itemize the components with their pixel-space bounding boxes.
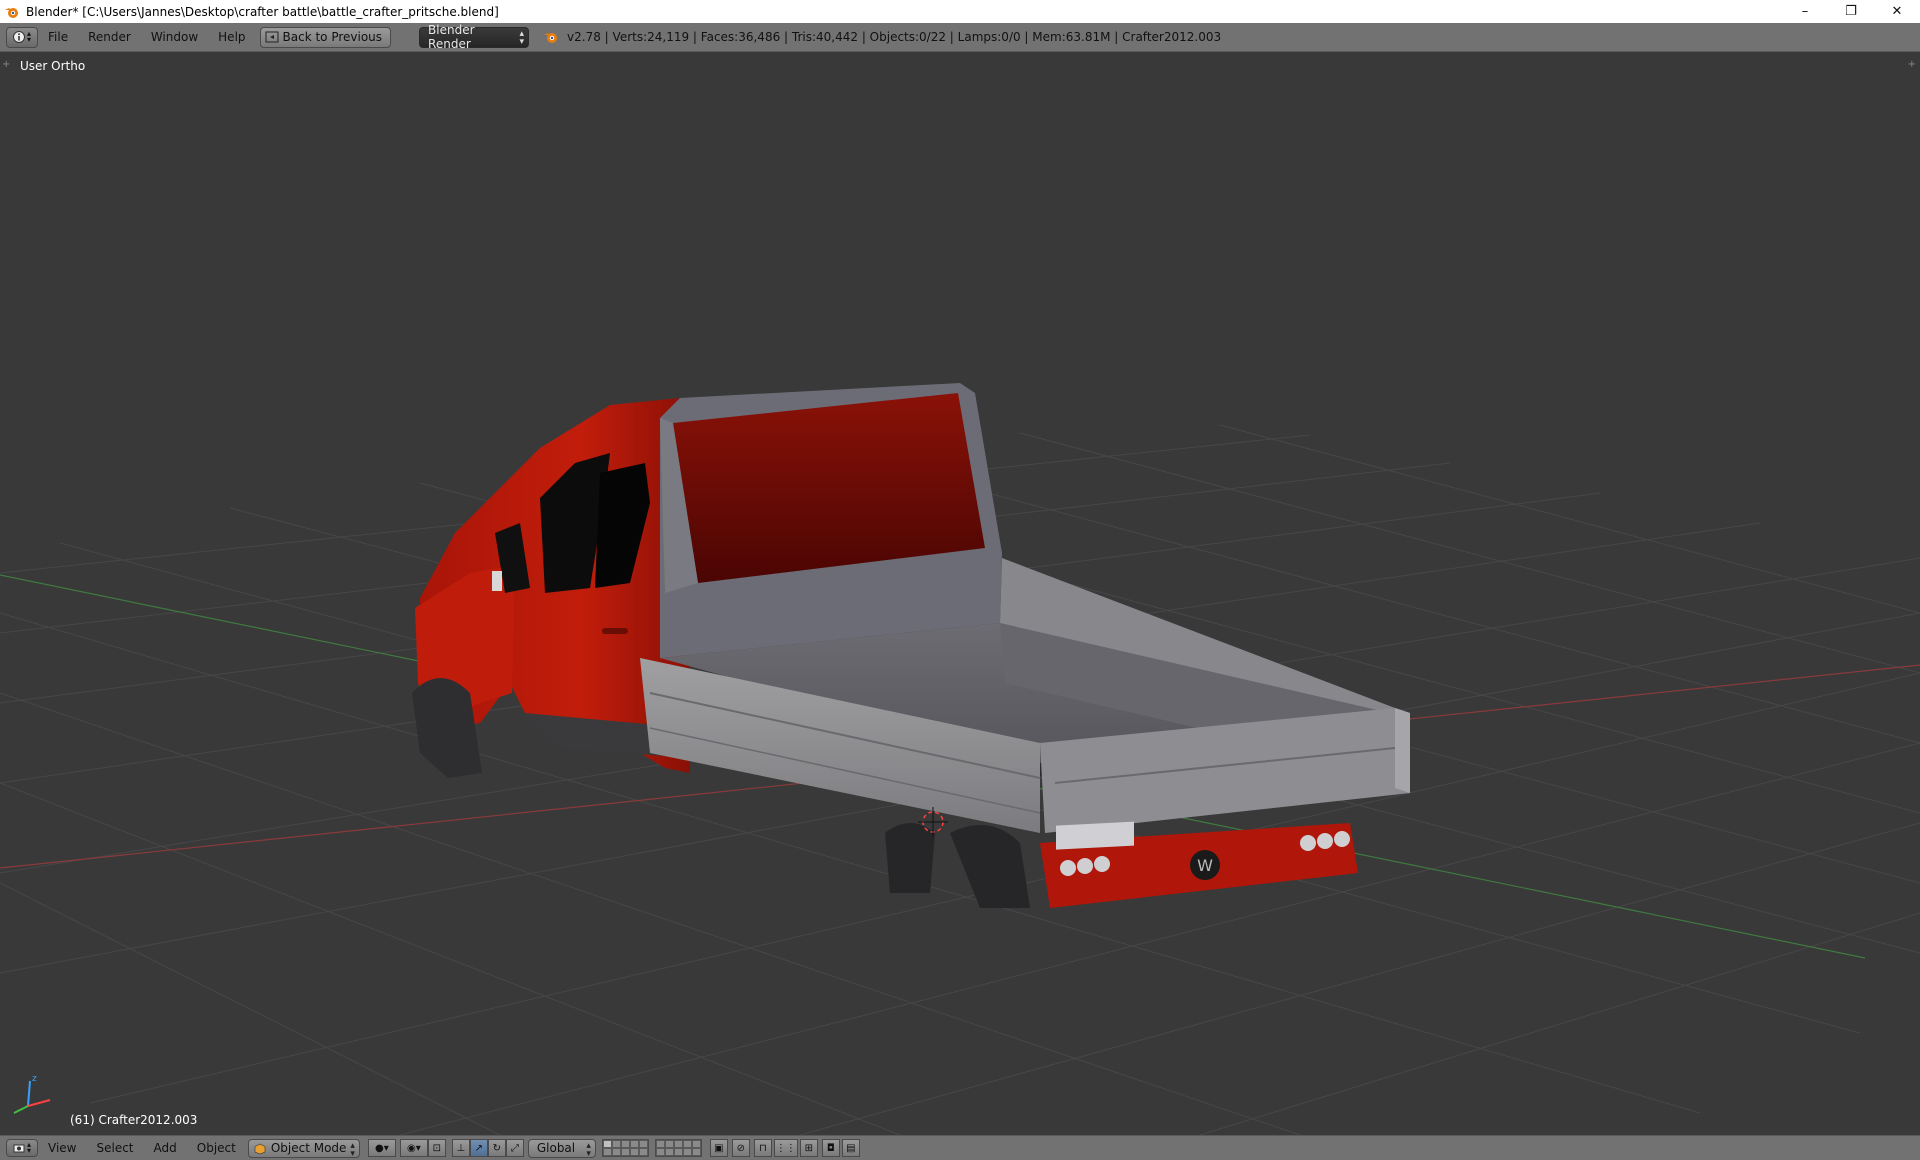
3d-view-header: ▴ ▾ View Select Add Object Object Mode ▴ ▾… <box>0 1135 1920 1160</box>
film-icon: ▤ <box>846 1142 856 1154</box>
menu-object[interactable]: Object <box>187 1141 246 1155</box>
proportional-edit-button[interactable]: ⊘ <box>731 1139 750 1157</box>
manipulator-toggle-button[interactable]: ⊥ <box>451 1139 470 1157</box>
info-icon <box>12 31 25 43</box>
render-opengl-button[interactable]: ◘ <box>821 1139 840 1157</box>
chevron-updown-icon: ▴ ▾ <box>26 1140 31 1155</box>
solid-shading-icon: ●▾ <box>374 1142 389 1154</box>
menu-file[interactable]: File <box>38 23 78 52</box>
manipulator-icon: ⊥ <box>456 1142 466 1154</box>
lock-layers-button[interactable]: ▣ <box>709 1139 728 1157</box>
proportional-edit-icon: ⊘ <box>736 1142 746 1154</box>
menu-help[interactable]: Help <box>208 23 255 52</box>
mode-label: Object Mode <box>270 1141 347 1155</box>
svg-text:z: z <box>32 1074 37 1084</box>
menu-select[interactable]: Select <box>86 1141 143 1155</box>
editor-type-button[interactable]: ▴ ▾ <box>6 1139 38 1157</box>
truck-model[interactable]: W <box>412 383 1410 908</box>
window-titlebar: Blender* [C:\Users\Jannes\Desktop\crafte… <box>0 0 1920 23</box>
back-to-previous-button[interactable]: Back to Previous <box>259 26 392 48</box>
info-header: ▴ ▾ File Render Window Help Back to Previ… <box>0 23 1920 52</box>
snap-toggle-button[interactable]: ⊓ <box>753 1139 772 1157</box>
chevron-updown-icon: ▴ ▾ <box>26 29 31 44</box>
window-title: Blender* [C:\Users\Jannes\Desktop\crafte… <box>26 4 499 19</box>
svg-text:W: W <box>1197 856 1213 875</box>
snap-icon: ⊓ <box>758 1142 767 1154</box>
render-engine-label: Blender Render <box>428 23 475 51</box>
viewport-scene[interactable]: W z <box>0 53 1920 1135</box>
scene-layers-group-2[interactable] <box>654 1139 702 1157</box>
restore-button[interactable]: ❐ <box>1828 0 1874 23</box>
lock-icon: ▣ <box>714 1142 724 1154</box>
blender-logo-icon <box>5 7 18 18</box>
scene-statistics: v2.78 | Verts:24,119 | Faces:36,486 | Tr… <box>567 30 1222 44</box>
chevron-updown-icon: ▴ ▾ <box>350 1140 355 1159</box>
pivot-point-button[interactable]: ◉▾ <box>399 1139 428 1157</box>
active-object-info: (61) Crafter2012.003 <box>70 1113 198 1127</box>
menu-view[interactable]: View <box>38 1141 86 1155</box>
snap-element-button[interactable]: ⋮⋮ <box>773 1139 798 1157</box>
rotate-manipulator-button[interactable]: ↻ <box>487 1139 506 1157</box>
translate-arrow-icon: ↗ <box>474 1142 484 1154</box>
snap-target-icon: ⊞ <box>804 1142 814 1154</box>
screen-back-icon <box>265 31 279 43</box>
minimize-button[interactable]: – <box>1782 0 1828 23</box>
rotate-icon: ↻ <box>492 1142 502 1154</box>
blender-logo-icon <box>544 33 558 43</box>
3d-viewport[interactable]: W z + + User Ortho (61) Crafter2012.003 <box>0 53 1920 1135</box>
transform-orientation-select[interactable]: Global ▴ ▾ <box>527 1138 596 1159</box>
close-button[interactable]: ✕ <box>1874 0 1920 23</box>
snap-target-button[interactable]: ⊞ <box>799 1139 818 1157</box>
only-selected-pivot-button[interactable]: ⊡ <box>427 1139 446 1157</box>
view-name-label: User Ortho <box>20 59 86 73</box>
chevron-updown-icon: ▴ ▾ <box>519 28 525 47</box>
mode-select[interactable]: Object Mode ▴ ▾ <box>247 1138 360 1159</box>
editor-type-button[interactable]: ▴ ▾ <box>6 26 38 48</box>
menu-add[interactable]: Add <box>144 1141 187 1155</box>
pivot-align-icon: ⊡ <box>432 1142 442 1154</box>
axis-gizmo: z <box>13 1074 51 1114</box>
snap-element-icon: ⋮⋮ <box>775 1142 796 1154</box>
scale-manipulator-button[interactable]: ⤢ <box>505 1139 524 1157</box>
camera-icon: ◘ <box>826 1142 835 1154</box>
region-toggle-left-icon[interactable]: + <box>2 59 10 70</box>
menu-window[interactable]: Window <box>141 23 208 52</box>
object-mode-icon <box>254 1143 266 1154</box>
chevron-updown-icon: ▴ ▾ <box>586 1140 591 1159</box>
menu-render[interactable]: Render <box>78 23 141 52</box>
back-to-previous-label: Back to Previous <box>282 30 383 44</box>
render-animation-button[interactable]: ▤ <box>841 1139 860 1157</box>
pivot-icon: ◉▾ <box>406 1142 421 1154</box>
viewport-shading-button[interactable]: ●▾ <box>367 1139 396 1157</box>
translate-manipulator-button[interactable]: ↗ <box>469 1139 488 1157</box>
scale-icon: ⤢ <box>510 1142 519 1154</box>
render-engine-select[interactable]: Blender Render ▴ ▾ <box>419 23 530 51</box>
scene-layers-group-1[interactable] <box>601 1139 649 1157</box>
3d-view-icon <box>13 1144 25 1153</box>
orientation-label: Global <box>536 1141 576 1155</box>
region-toggle-right-icon[interactable]: + <box>1908 59 1916 70</box>
